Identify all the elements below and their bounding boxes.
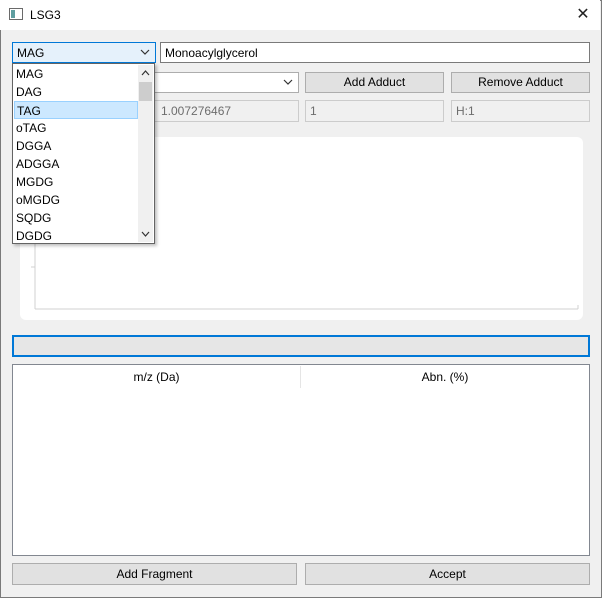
dropdown-item[interactable]: ADGGA (14, 155, 138, 173)
remove-adduct-button[interactable]: Remove Adduct (451, 72, 590, 93)
dropdown-item-selected[interactable]: TAG (14, 101, 138, 119)
window-app-icon (9, 8, 23, 20)
chevron-down-icon[interactable] (140, 229, 151, 239)
window-title: LSG3 (30, 8, 61, 22)
chevron-down-icon (140, 49, 150, 55)
adduct-formula-field: H:1 (451, 100, 590, 122)
chevron-down-icon (283, 79, 293, 85)
column-header-mz[interactable]: m/z (Da) (13, 365, 300, 389)
lipid-name-field[interactable]: Monoacylglycerol (160, 42, 590, 63)
column-header-abundance[interactable]: Abn. (%) (301, 365, 589, 389)
dropdown-item[interactable]: DAG (14, 83, 138, 101)
lipid-class-value: MAG (17, 46, 45, 60)
lipid-class-dropdown[interactable]: MAG DAG TAG oTAG DGGA ADGGA MGDG oMGDG S… (12, 63, 155, 244)
dropdown-scrollbar[interactable] (138, 65, 153, 242)
close-icon[interactable]: ✕ (565, 0, 601, 30)
adduct-charge-field: 1 (305, 100, 444, 122)
scrollbar-thumb[interactable] (139, 82, 152, 101)
lipid-class-combo[interactable]: MAG (12, 42, 156, 63)
add-fragment-button[interactable]: Add Fragment (12, 563, 297, 585)
adduct-mass-value: 1.007276467 (161, 104, 232, 118)
adduct-charge-value: 1 (310, 104, 317, 118)
dropdown-item[interactable]: DGDG (14, 227, 138, 245)
dropdown-item[interactable]: MGDG (14, 173, 138, 191)
dropdown-item[interactable]: oMGDG (14, 191, 138, 209)
adduct-formula-value: H:1 (456, 104, 475, 118)
chevron-up-icon[interactable] (140, 68, 151, 78)
dropdown-item[interactable]: MAG (14, 65, 138, 83)
accept-button[interactable]: Accept (305, 563, 590, 585)
lipid-name-value: Monoacylglycerol (165, 46, 258, 60)
dropdown-item[interactable]: oTAG (14, 119, 138, 137)
dropdown-item[interactable]: DGGA (14, 137, 138, 155)
title-bar (0, 0, 600, 30)
progress-bar (12, 335, 590, 357)
fragment-table[interactable]: m/z (Da) Abn. (%) (12, 364, 590, 556)
dropdown-item[interactable]: SQDG (14, 209, 138, 227)
add-adduct-button[interactable]: Add Adduct (305, 72, 444, 93)
